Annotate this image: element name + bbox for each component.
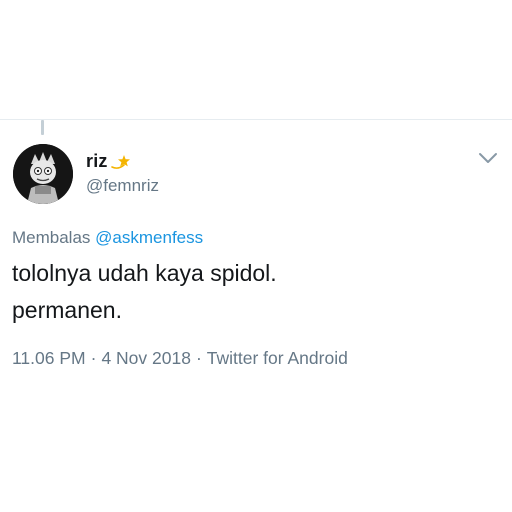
reply-context: Membalas @askmenfess	[12, 228, 203, 248]
tweet-time[interactable]: 11.06 PM	[12, 348, 86, 368]
top-divider	[0, 119, 512, 120]
name-row: riz	[86, 151, 132, 172]
reply-prefix: Membalas	[12, 228, 91, 247]
avatar-image	[13, 144, 73, 204]
tweet-meta: 11.06 PM · 4 Nov 2018 · Twitter for Android	[12, 348, 348, 369]
tweet-text: tololnya udah kaya spidol. permanen.	[12, 255, 492, 329]
chevron-down-icon[interactable]	[478, 151, 498, 165]
star-icon	[110, 153, 132, 171]
tweet-text-line: tololnya udah kaya spidol.	[12, 260, 277, 286]
thread-connector-line	[41, 120, 44, 135]
meta-separator: ·	[90, 348, 97, 368]
tweet-text-line: permanen.	[12, 297, 122, 323]
reply-mention-link[interactable]: @askmenfess	[95, 228, 203, 247]
avatar[interactable]	[13, 144, 73, 204]
tweet-date[interactable]: 4 Nov 2018	[101, 348, 191, 368]
meta-separator: ·	[195, 348, 202, 368]
tweet-source[interactable]: Twitter for Android	[207, 348, 348, 368]
display-name[interactable]: riz	[86, 151, 108, 172]
user-handle[interactable]: @femnriz	[86, 176, 159, 196]
